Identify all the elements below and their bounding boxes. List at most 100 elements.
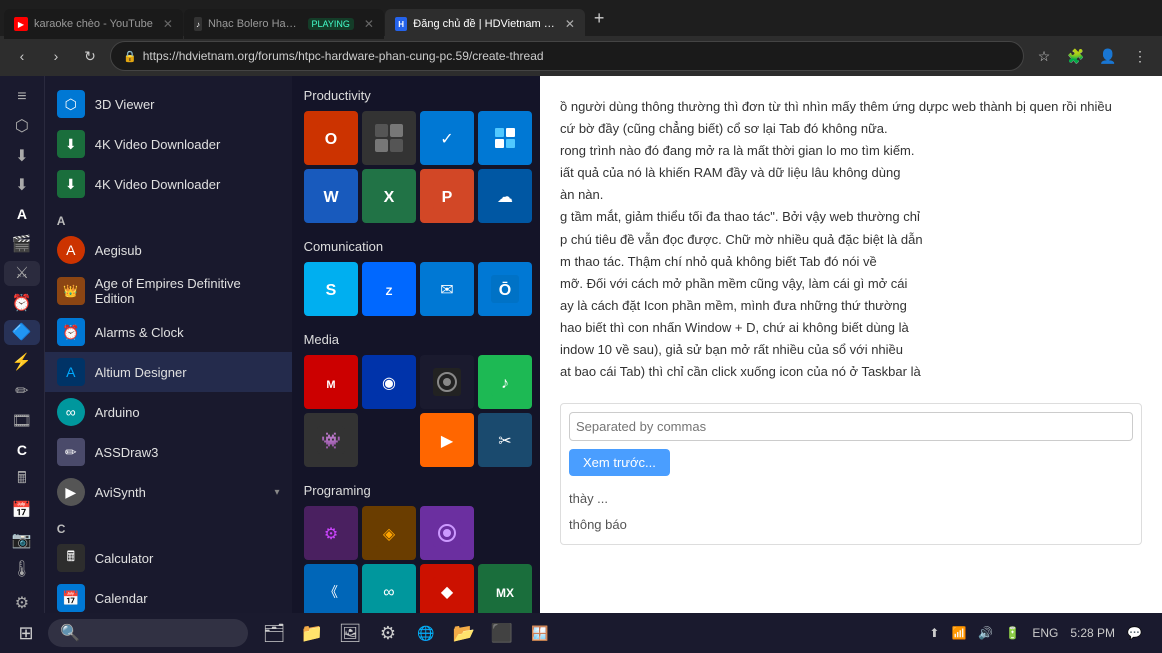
nav-aegisub[interactable]: 🎬 xyxy=(4,231,40,256)
tile-play[interactable]: ▶ xyxy=(420,413,474,467)
nav-download[interactable]: ⬇ xyxy=(4,143,40,168)
preview-button[interactable]: Xem trước... xyxy=(569,449,670,476)
tray-volume[interactable]: 🔊 xyxy=(974,624,997,642)
tile-onedrive[interactable]: ☁ xyxy=(478,169,532,223)
back-button[interactable]: ‹ xyxy=(8,42,36,70)
tile-outlook[interactable]: Ō xyxy=(478,262,532,316)
app-aegisub[interactable]: A Aegisub xyxy=(45,230,292,270)
tile-prog2[interactable]: ◈ xyxy=(362,506,416,560)
tray-clock[interactable]: 5:28 PM xyxy=(1066,624,1119,642)
taskbar-settings[interactable]: ⚙ xyxy=(370,615,406,651)
tray-language[interactable]: ENG xyxy=(1028,624,1062,642)
tile-dc[interactable]: ◉ xyxy=(362,355,416,409)
tile-powerpoint[interactable]: P xyxy=(420,169,474,223)
svg-text:◆: ◆ xyxy=(440,584,453,601)
tab-youtube[interactable]: ▶ karaoke chèo - YouTube ✕ xyxy=(4,9,183,39)
tray-network[interactable]: 📶 xyxy=(947,624,970,642)
tile-squares[interactable] xyxy=(362,111,416,165)
app-age-of-empires[interactable]: 👑 Age of Empires Definitive Edition xyxy=(45,270,292,312)
nav-bar: ‹ › ↻ 🔒 https://hdvietnam.org/forums/htp… xyxy=(0,36,1162,76)
nav-calculator[interactable]: 🖩 xyxy=(4,467,40,494)
tab-hdvietnam-close[interactable]: ✕ xyxy=(565,17,575,31)
app-calendar[interactable]: 📅 Calendar xyxy=(45,578,292,618)
tags-field-container xyxy=(569,412,1133,441)
tiles-panel: Productivity O ✓ W X xyxy=(292,76,540,653)
nav-alarm[interactable]: ⏰ xyxy=(4,290,40,315)
assdraw-icon: ✏ xyxy=(57,438,85,466)
app-avisynth[interactable]: ▶ AviSynth ▾ xyxy=(45,472,292,512)
app-arduino[interactable]: ∞ Arduino xyxy=(45,392,292,432)
taskbar-start[interactable]: ⊞ xyxy=(8,615,44,651)
svg-text:S: S xyxy=(325,282,336,299)
new-tab-button[interactable]: + xyxy=(586,8,613,29)
taskbar-widgets[interactable]: 🪟 xyxy=(522,615,558,651)
tab-hdvietnam[interactable]: H Đăng chủ đề | HDVietnam - Ho... ✕ xyxy=(385,9,585,39)
content-paragraph-9: mỡ. Đối với cách mở phần mềm cũng vậy, l… xyxy=(560,273,1142,295)
app-assdraw[interactable]: ✏ ASSDraw3 xyxy=(45,432,292,472)
app-altium[interactable]: A Altium Designer xyxy=(45,352,292,392)
tab-music-close[interactable]: ✕ xyxy=(364,17,374,31)
app-calculator-label: Calculator xyxy=(95,551,280,566)
taskbar-files[interactable]: 📂 xyxy=(446,615,482,651)
content-paragraph-2: cứ bờ đầy (cũng chẳng biết) cổ sơ lại Ta… xyxy=(560,118,1142,140)
tile-excel[interactable]: X xyxy=(362,169,416,223)
nav-3d[interactable]: ⬡ xyxy=(4,113,40,138)
taskbar-task-view[interactable]: 🗂 xyxy=(256,615,292,651)
nav-download2[interactable]: ⬇ xyxy=(4,172,40,197)
nav-coretemp[interactable]: 🌡 xyxy=(4,557,40,582)
app-alarms[interactable]: ⏰ Alarms & Clock xyxy=(45,312,292,352)
tile-media3[interactable] xyxy=(420,355,474,409)
tile-ruby[interactable]: ◆ xyxy=(420,564,474,618)
nav-arduino[interactable]: ⚡ xyxy=(4,349,40,374)
tile-mx[interactable]: MX xyxy=(478,564,532,618)
tile-prog3[interactable] xyxy=(420,506,474,560)
tray-notification[interactable]: 💬 xyxy=(1123,624,1146,642)
tags-input[interactable] xyxy=(569,412,1133,441)
taskbar-explorer[interactable]: 📁 xyxy=(294,615,330,651)
app-aegisub-label: Aegisub xyxy=(95,243,280,258)
nav-altium[interactable]: 🔷 xyxy=(4,320,40,345)
nav-settings[interactable]: ⚙ xyxy=(4,590,40,615)
app-4k-downloader-2[interactable]: ⬇ 4K Video Downloader xyxy=(45,164,292,204)
nav-hamburger[interactable]: ≡ xyxy=(4,84,40,109)
tile-skype[interactable]: S xyxy=(304,262,358,316)
account-button[interactable]: 👤 xyxy=(1094,42,1122,70)
taskbar-browser[interactable]: 🌐 xyxy=(408,615,444,651)
menu-button[interactable]: ⋮ xyxy=(1126,42,1154,70)
tile-vscode[interactable]: 《 xyxy=(304,564,358,618)
tile-zalo[interactable]: Z xyxy=(362,262,416,316)
app-3d-viewer[interactable]: ⬡ 3D Viewer xyxy=(45,84,292,124)
tile-alien[interactable]: 👾 xyxy=(304,413,358,467)
tab-music[interactable]: ♪ Nhạc Bolero Hay Nhất ♫ Đập V... PLAYIN… xyxy=(184,9,384,39)
svg-text:M: M xyxy=(326,379,335,391)
tray-battery[interactable]: 🔋 xyxy=(1001,624,1024,642)
tile-office[interactable]: O xyxy=(304,111,358,165)
tile-mail[interactable]: ✉ xyxy=(420,262,474,316)
nav-calendar[interactable]: 📅 xyxy=(4,498,40,523)
tile-spotify[interactable]: ♪ xyxy=(478,355,532,409)
tile-word[interactable]: W xyxy=(304,169,358,223)
taskbar-apps[interactable]: ⬛ xyxy=(484,615,520,651)
tile-todo[interactable]: ✓ xyxy=(420,111,474,165)
nav-avisynth[interactable]: 🎞 xyxy=(4,408,40,433)
taskbar-photos[interactable]: 🖼 xyxy=(332,615,368,651)
tile-arduino-tile[interactable]: ∞ xyxy=(362,564,416,618)
app-4k-downloader-1[interactable]: ⬇ 4K Video Downloader xyxy=(45,124,292,164)
taskbar-search-box[interactable]: 🔍 xyxy=(48,619,248,647)
extensions-button[interactable]: 🧩 xyxy=(1062,42,1090,70)
tile-marvel[interactable]: M xyxy=(304,355,358,409)
tile-store[interactable] xyxy=(478,111,532,165)
tile-media-cutter[interactable]: ✂ xyxy=(478,413,532,467)
tray-up-arrow[interactable]: ⬆ xyxy=(925,624,943,642)
forward-button[interactable]: › xyxy=(42,42,70,70)
nav-camera[interactable]: 📷 xyxy=(4,527,40,552)
tab-youtube-close[interactable]: ✕ xyxy=(163,17,173,31)
bookmark-button[interactable]: ☆ xyxy=(1030,42,1058,70)
nav-age[interactable]: ⚔ xyxy=(4,261,40,286)
url-text: https://hdvietnam.org/forums/htpc-hardwa… xyxy=(143,49,1011,63)
tile-prog1[interactable]: ⚙ xyxy=(304,506,358,560)
reload-button[interactable]: ↻ xyxy=(76,42,104,70)
nav-assdraw[interactable]: ✏ xyxy=(4,378,40,403)
app-calculator[interactable]: 🖩 Calculator xyxy=(45,538,292,578)
url-bar[interactable]: 🔒 https://hdvietnam.org/forums/htpc-hard… xyxy=(110,41,1024,71)
